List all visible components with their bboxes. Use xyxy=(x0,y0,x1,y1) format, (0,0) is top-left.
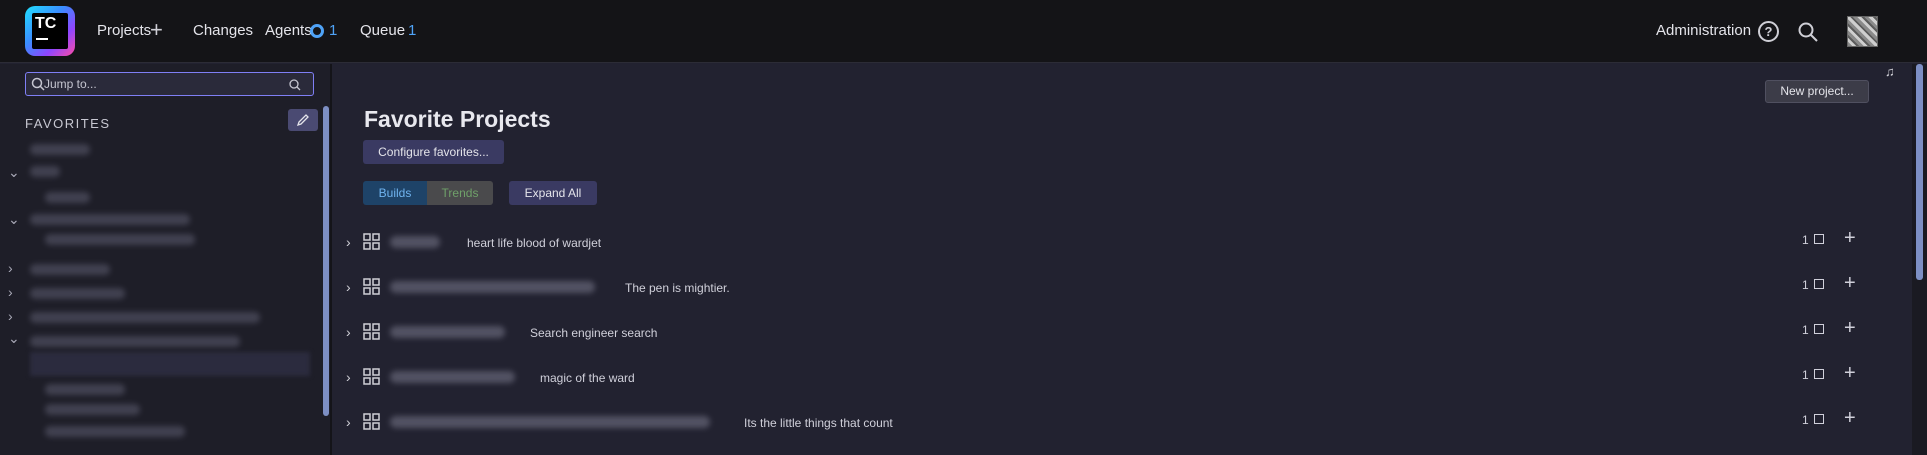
nav-queue[interactable]: Queue xyxy=(360,22,405,39)
tree-item-blurred[interactable] xyxy=(30,144,90,155)
queue-count[interactable]: 1 xyxy=(408,22,416,39)
tree-item-selected[interactable] xyxy=(30,352,310,376)
tree-item-blurred[interactable] xyxy=(30,166,60,177)
project-name-blurred[interactable] xyxy=(390,281,595,293)
search-icon[interactable] xyxy=(1797,21,1819,43)
tree-item-blurred[interactable] xyxy=(30,336,240,347)
tree-item-blurred[interactable] xyxy=(45,192,90,203)
tree-item-blurred[interactable] xyxy=(45,426,185,437)
build-config-square-icon xyxy=(1814,414,1824,424)
jump-to-input[interactable]: Jump to... xyxy=(25,72,314,96)
tree-item-blurred[interactable] xyxy=(45,234,195,245)
nav-changes[interactable]: Changes xyxy=(193,22,253,39)
chevron-down-icon[interactable]: ⌄ xyxy=(8,164,20,181)
logo-bar xyxy=(36,38,48,40)
favorites-heading: FAVORITES xyxy=(25,116,111,131)
tree-item-blurred[interactable] xyxy=(30,214,190,225)
help-icon[interactable]: ? xyxy=(1758,21,1779,42)
main-content: New project... Favorite Projects Configu… xyxy=(332,64,1912,455)
user-avatar[interactable] xyxy=(1847,16,1878,47)
top-header: TC Projects + Changes Agents 1 Queue 1 A… xyxy=(0,0,1927,63)
sidebar-scrollbar[interactable] xyxy=(323,106,329,416)
project-row[interactable]: › The pen is mightier. 1 + xyxy=(332,267,1892,311)
project-name-blurred[interactable] xyxy=(390,416,710,428)
nav-projects[interactable]: Projects xyxy=(97,22,151,39)
agent-status-ring-icon xyxy=(310,24,324,38)
add-project-plus-icon[interactable]: + xyxy=(150,19,163,41)
project-name-blurred[interactable] xyxy=(390,326,505,338)
configure-favorites-button[interactable]: Configure favorites... xyxy=(363,140,504,164)
jump-to-placeholder: Jump to... xyxy=(44,77,97,91)
project-grid-icon xyxy=(363,323,380,340)
nav-agents[interactable]: Agents xyxy=(265,22,312,39)
chevron-right-icon[interactable]: › xyxy=(346,279,351,295)
add-plus-icon[interactable]: + xyxy=(1844,408,1856,428)
project-count: 1 xyxy=(1802,233,1809,247)
page-scrollbar[interactable] xyxy=(1912,64,1927,455)
chevron-right-icon[interactable]: › xyxy=(346,369,351,385)
add-plus-icon[interactable]: + xyxy=(1844,318,1856,338)
project-count: 1 xyxy=(1802,368,1809,382)
search-icon xyxy=(31,77,45,91)
project-description: Its the little things that count xyxy=(744,416,893,430)
project-description: heart life blood of wardjet xyxy=(467,236,602,250)
page-title: Favorite Projects xyxy=(364,106,551,132)
build-config-square-icon xyxy=(1814,234,1824,244)
build-config-square-icon xyxy=(1814,369,1824,379)
project-name-blurred[interactable] xyxy=(390,371,515,383)
project-grid-icon xyxy=(363,278,380,295)
project-description: magic of the ward xyxy=(540,371,635,385)
logo-text: TC xyxy=(35,15,57,32)
tab-trends[interactable]: Trends xyxy=(427,181,493,205)
project-count: 1 xyxy=(1802,278,1809,292)
chevron-right-icon[interactable]: › xyxy=(8,284,13,300)
chevron-down-icon[interactable]: ⌄ xyxy=(8,211,20,228)
chevron-down-icon[interactable]: ⌄ xyxy=(8,330,20,347)
tree-item-blurred[interactable] xyxy=(30,288,125,299)
project-name-blurred[interactable] xyxy=(390,236,440,248)
add-plus-icon[interactable]: + xyxy=(1844,228,1856,248)
build-config-square-icon xyxy=(1814,324,1824,334)
support-chat-icon[interactable]: ♫ xyxy=(1885,64,1911,82)
build-config-square-icon xyxy=(1814,279,1824,289)
nav-administration[interactable]: Administration xyxy=(1656,22,1751,39)
edit-favorites-button[interactable] xyxy=(288,109,318,131)
tree-item-blurred[interactable] xyxy=(30,312,260,323)
teamcity-logo[interactable]: TC xyxy=(25,6,75,56)
project-row[interactable]: › Search engineer search 1 + xyxy=(332,312,1892,356)
add-plus-icon[interactable]: + xyxy=(1844,273,1856,293)
sidebar: Jump to... FAVORITES ⌄ ⌄ › › › ⌄ xyxy=(0,64,330,455)
chevron-right-icon[interactable]: › xyxy=(346,234,351,250)
chevron-right-icon[interactable]: › xyxy=(346,414,351,430)
agents-count[interactable]: 1 xyxy=(329,22,337,39)
project-grid-icon xyxy=(363,368,380,385)
add-plus-icon[interactable]: + xyxy=(1844,363,1856,383)
page-scrollbar-thumb[interactable] xyxy=(1916,64,1923,280)
new-project-button[interactable]: New project... xyxy=(1765,80,1869,103)
tree-item-blurred[interactable] xyxy=(30,264,110,275)
project-count: 1 xyxy=(1802,413,1809,427)
project-count: 1 xyxy=(1802,323,1809,337)
tree-item-blurred[interactable] xyxy=(45,384,125,395)
project-description: The pen is mightier. xyxy=(625,281,730,295)
expand-all-button[interactable]: Expand All xyxy=(509,181,597,205)
project-row[interactable]: › heart life blood of wardjet 1 + xyxy=(332,222,1892,266)
pencil-icon xyxy=(296,114,309,127)
project-row[interactable]: › magic of the ward 1 + xyxy=(332,357,1892,401)
chevron-right-icon[interactable]: › xyxy=(8,260,13,276)
project-grid-icon xyxy=(363,413,380,430)
project-grid-icon xyxy=(363,233,380,250)
project-description: Search engineer search xyxy=(530,326,658,340)
search-submit-icon[interactable] xyxy=(288,78,302,92)
tab-builds[interactable]: Builds xyxy=(363,181,427,205)
project-row[interactable]: › Its the little things that count 1 + xyxy=(332,402,1892,446)
chevron-right-icon[interactable]: › xyxy=(8,308,13,324)
tree-item-blurred[interactable] xyxy=(45,404,140,415)
chevron-right-icon[interactable]: › xyxy=(346,324,351,340)
